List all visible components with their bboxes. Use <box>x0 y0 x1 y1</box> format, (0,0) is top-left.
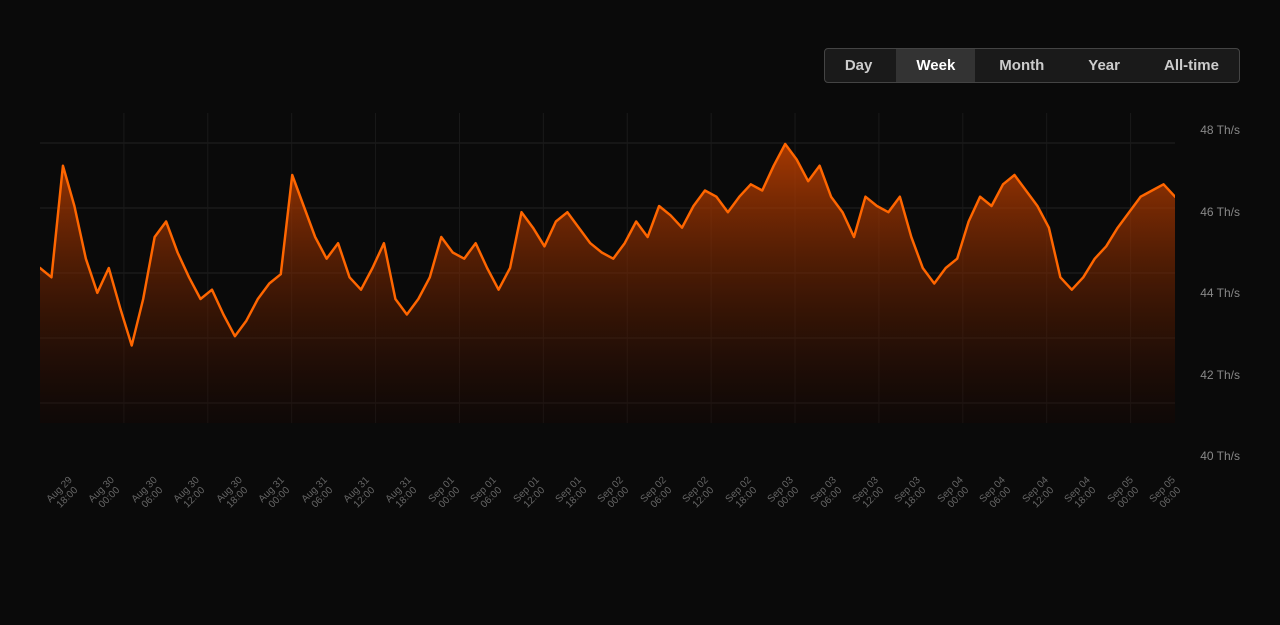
x-axis-label: Sep 0212:00 <box>681 475 719 513</box>
x-axis-label: Sep 0106:00 <box>469 475 507 513</box>
x-axis-label: Sep 0406:00 <box>978 475 1016 513</box>
right-block: Day Week Month Year All-time <box>824 28 1240 83</box>
chart-wrapper <box>40 113 1175 473</box>
x-axis-label: Aug 2918:00 <box>45 475 83 513</box>
main-container: Day Week Month Year All-time <box>0 0 1280 625</box>
x-axis-label: Aug 3112:00 <box>342 475 380 513</box>
tab-month[interactable]: Month <box>979 49 1064 82</box>
x-axis-label: Sep 0118:00 <box>554 475 592 513</box>
x-axis-label: Aug 3000:00 <box>87 475 125 513</box>
x-axis-label: Sep 0306:00 <box>808 475 846 513</box>
y-label-40: 40 Th/s <box>1200 449 1240 463</box>
tab-year[interactable]: Year <box>1068 49 1140 82</box>
tab-week[interactable]: Week <box>896 49 975 82</box>
x-axis-label: Sep 0400:00 <box>936 475 974 513</box>
x-axis-label: Aug 3012:00 <box>172 475 210 513</box>
x-axis-label: Sep 0506:00 <box>1148 475 1186 513</box>
x-axis-label: Sep 0318:00 <box>893 475 931 513</box>
x-axis-label: Sep 0500:00 <box>1105 475 1143 513</box>
chart-area: 48 Th/s 46 Th/s 44 Th/s 42 Th/s 40 Th/s … <box>40 113 1240 473</box>
x-axis-label: Sep 0206:00 <box>639 475 677 513</box>
header: Day Week Month Year All-time <box>0 0 1280 93</box>
x-axis-label: Aug 3106:00 <box>299 475 337 513</box>
x-axis-label: Aug 3100:00 <box>257 475 295 513</box>
tabs-container: Day Week Month Year All-time <box>824 48 1240 83</box>
tab-alltime[interactable]: All-time <box>1144 49 1239 82</box>
x-axis-label: Sep 0200:00 <box>596 475 634 513</box>
chart-svg <box>40 113 1175 473</box>
y-label-42: 42 Th/s <box>1200 368 1240 382</box>
y-axis-labels: 48 Th/s 46 Th/s 44 Th/s 42 Th/s 40 Th/s <box>1200 113 1240 473</box>
x-axis-label: Sep 0300:00 <box>766 475 804 513</box>
x-axis-label: Sep 0218:00 <box>723 475 761 513</box>
x-axis-label: Sep 0412:00 <box>1020 475 1058 513</box>
x-axis-label: Aug 3118:00 <box>384 475 422 513</box>
x-axis-label: Aug 3006:00 <box>129 475 167 513</box>
y-label-48: 48 Th/s <box>1200 123 1240 137</box>
x-axis-label: Sep 0418:00 <box>1063 475 1101 513</box>
tab-day[interactable]: Day <box>825 49 893 82</box>
x-axis-label: Aug 3018:00 <box>214 475 252 513</box>
x-axis-label: Sep 0100:00 <box>426 475 464 513</box>
y-label-44: 44 Th/s <box>1200 286 1240 300</box>
x-axis-label: Sep 0312:00 <box>851 475 889 513</box>
x-axis-label: Sep 0112:00 <box>511 475 549 513</box>
x-axis-labels: Aug 2918:00Aug 3000:00Aug 3006:00Aug 301… <box>40 486 1175 508</box>
y-label-46: 46 Th/s <box>1200 205 1240 219</box>
